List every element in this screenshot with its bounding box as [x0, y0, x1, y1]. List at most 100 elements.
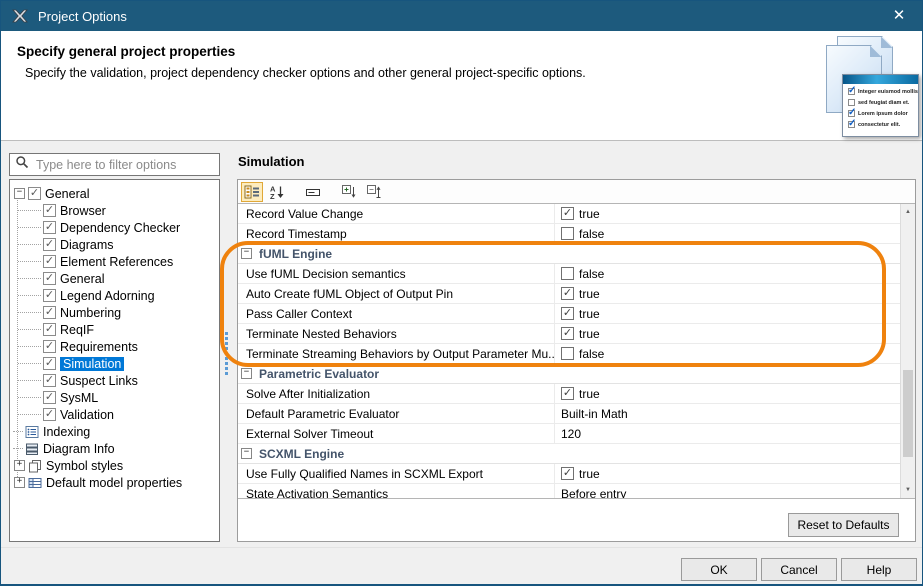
value-checkbox[interactable]: ✓ [561, 287, 574, 300]
header-subtitle: Specify the validation, project dependen… [25, 66, 922, 80]
property-row-use-fully-qualified-names-in-scxml-export[interactable]: Use Fully Qualified Names in SCXML Expor… [238, 464, 900, 484]
property-value[interactable]: Before entry [555, 487, 626, 499]
property-row-state-activation-semantics[interactable]: State Activation SemanticsBefore entry [238, 484, 900, 498]
reset-to-defaults-button[interactable]: Reset to Defaults [788, 513, 899, 537]
tree-checkbox[interactable]: ✓ [28, 187, 41, 200]
property-row-record-timestamp[interactable]: Record Timestampfalse [238, 224, 900, 244]
tree-item-diagrams[interactable]: ✓Diagrams [10, 236, 219, 253]
tree-checkbox[interactable]: ✓ [43, 255, 56, 268]
tree-item-indexing[interactable]: Indexing [10, 423, 219, 440]
tree-item-reqif[interactable]: ✓ReqIF [10, 321, 219, 338]
tree-item-label: Indexing [43, 425, 90, 439]
show-description-button[interactable] [302, 182, 324, 202]
tree-checkbox[interactable]: ✓ [43, 323, 56, 336]
property-value[interactable]: false [555, 227, 604, 241]
property-value[interactable]: ✓true [555, 287, 600, 301]
tree-item-legend-adorning[interactable]: ✓Legend Adorning [10, 287, 219, 304]
filter-input[interactable] [34, 157, 214, 173]
value-checkbox[interactable]: ✓ [561, 207, 574, 220]
tree-item-simulation[interactable]: ✓Simulation [10, 355, 219, 372]
tree-item-general[interactable]: −✓General [10, 185, 219, 202]
property-value[interactable]: false [555, 347, 604, 361]
property-name: Terminate Nested Behaviors [238, 324, 555, 343]
tree-item-suspect-links[interactable]: ✓Suspect Links [10, 372, 219, 389]
tree-item-symbol-styles[interactable]: +Symbol styles [10, 457, 219, 474]
tree-item-browser[interactable]: ✓Browser [10, 202, 219, 219]
tree-item-numbering[interactable]: ✓Numbering [10, 304, 219, 321]
vertical-scrollbar[interactable]: ▲ ▼ [900, 204, 915, 498]
property-row-terminate-nested-behaviors[interactable]: Terminate Nested Behaviors✓true [238, 324, 900, 344]
header-title: Specify general project properties [17, 44, 922, 59]
tree-item-default-model-properties[interactable]: + Default model properties [10, 474, 219, 491]
property-row-solve-after-initialization[interactable]: Solve After Initialization✓true [238, 384, 900, 404]
tree-checkbox[interactable]: ✓ [43, 408, 56, 421]
property-row-default-parametric-evaluator[interactable]: Default Parametric EvaluatorBuilt-in Mat… [238, 404, 900, 424]
page-fold-icon [881, 37, 892, 48]
property-value[interactable]: ✓true [555, 307, 600, 321]
value-checkbox[interactable] [561, 347, 574, 360]
property-row-external-solver-timeout[interactable]: External Solver Timeout120 [238, 424, 900, 444]
property-value[interactable]: ✓true [555, 327, 600, 341]
cancel-button[interactable]: Cancel [761, 558, 837, 581]
collapse-group-icon[interactable]: − [241, 368, 252, 379]
value-checkbox[interactable]: ✓ [561, 467, 574, 480]
expand-all-button[interactable] [338, 182, 360, 202]
tree-checkbox[interactable]: ✓ [43, 391, 56, 404]
tree-item-requirements[interactable]: ✓Requirements [10, 338, 219, 355]
tree-item-dependency-checker[interactable]: ✓Dependency Checker [10, 219, 219, 236]
tree-guide-line [18, 244, 41, 245]
property-value[interactable]: 120 [555, 427, 581, 441]
categorized-view-button[interactable] [241, 182, 263, 202]
dialog-header: Specify general project properties Speci… [1, 31, 922, 141]
value-checkbox[interactable]: ✓ [561, 307, 574, 320]
tree-item-label: Default model properties [46, 476, 182, 490]
value-checkbox[interactable] [561, 267, 574, 280]
property-value[interactable]: ✓true [555, 387, 600, 401]
scrollbar-thumb[interactable] [903, 370, 913, 457]
close-icon[interactable]: ✕ [884, 1, 914, 31]
tree-item-general[interactable]: ✓General [10, 270, 219, 287]
property-value[interactable]: ✓true [555, 467, 600, 481]
tree-item-element-references[interactable]: ✓Element References [10, 253, 219, 270]
tree-item-validation[interactable]: ✓Validation [10, 406, 219, 423]
title-bar[interactable]: Project Options ✕ [1, 1, 922, 31]
collapse-group-icon[interactable]: − [241, 248, 252, 259]
tree-checkbox[interactable]: ✓ [43, 357, 56, 370]
tree-item-diagram-info[interactable]: Diagram Info [10, 440, 219, 457]
property-row-auto-create-fuml-object-of-output-pin[interactable]: Auto Create fUML Object of Output Pin✓tr… [238, 284, 900, 304]
value-checkbox[interactable]: ✓ [561, 387, 574, 400]
collapse-group-icon[interactable]: − [241, 448, 252, 459]
tree-expander-icon[interactable]: + [14, 477, 25, 488]
tree-expander-icon[interactable]: + [14, 460, 25, 471]
tree-checkbox[interactable]: ✓ [43, 238, 56, 251]
property-group-label: fUML Engine [259, 247, 332, 261]
tree-checkbox[interactable]: ✓ [43, 221, 56, 234]
property-value[interactable]: false [555, 267, 604, 281]
collapse-all-button[interactable] [363, 182, 385, 202]
tree-checkbox[interactable]: ✓ [43, 289, 56, 302]
splitter-handle[interactable] [223, 332, 229, 372]
tree-item-sysml[interactable]: ✓SysML [10, 389, 219, 406]
property-value[interactable]: ✓true [555, 207, 600, 221]
tree-checkbox[interactable]: ✓ [43, 374, 56, 387]
property-value[interactable]: Built-in Math [555, 407, 628, 421]
tree-expander-icon[interactable]: − [14, 188, 25, 199]
scroll-up-icon[interactable]: ▲ [901, 205, 915, 219]
tree-checkbox[interactable]: ✓ [43, 340, 56, 353]
filter-box [9, 153, 220, 176]
help-button[interactable]: Help [841, 558, 917, 581]
tree-guide-line [18, 278, 41, 279]
tree-checkbox[interactable]: ✓ [43, 204, 56, 217]
value-checkbox[interactable] [561, 227, 574, 240]
property-row-terminate-streaming-behaviors-by-output-parameter-mu[interactable]: Terminate Streaming Behaviors by Output … [238, 344, 900, 364]
tree-guide-line [18, 210, 41, 211]
tree-checkbox[interactable]: ✓ [43, 306, 56, 319]
scroll-down-icon[interactable]: ▼ [901, 483, 915, 497]
property-row-use-fuml-decision-semantics[interactable]: Use fUML Decision semanticsfalse [238, 264, 900, 284]
tree-checkbox[interactable]: ✓ [43, 272, 56, 285]
sort-alphabetically-button[interactable]: AZ [266, 182, 288, 202]
property-row-pass-caller-context[interactable]: Pass Caller Context✓true [238, 304, 900, 324]
property-row-record-value-change[interactable]: Record Value Change✓true [238, 204, 900, 224]
value-checkbox[interactable]: ✓ [561, 327, 574, 340]
ok-button[interactable]: OK [681, 558, 757, 581]
